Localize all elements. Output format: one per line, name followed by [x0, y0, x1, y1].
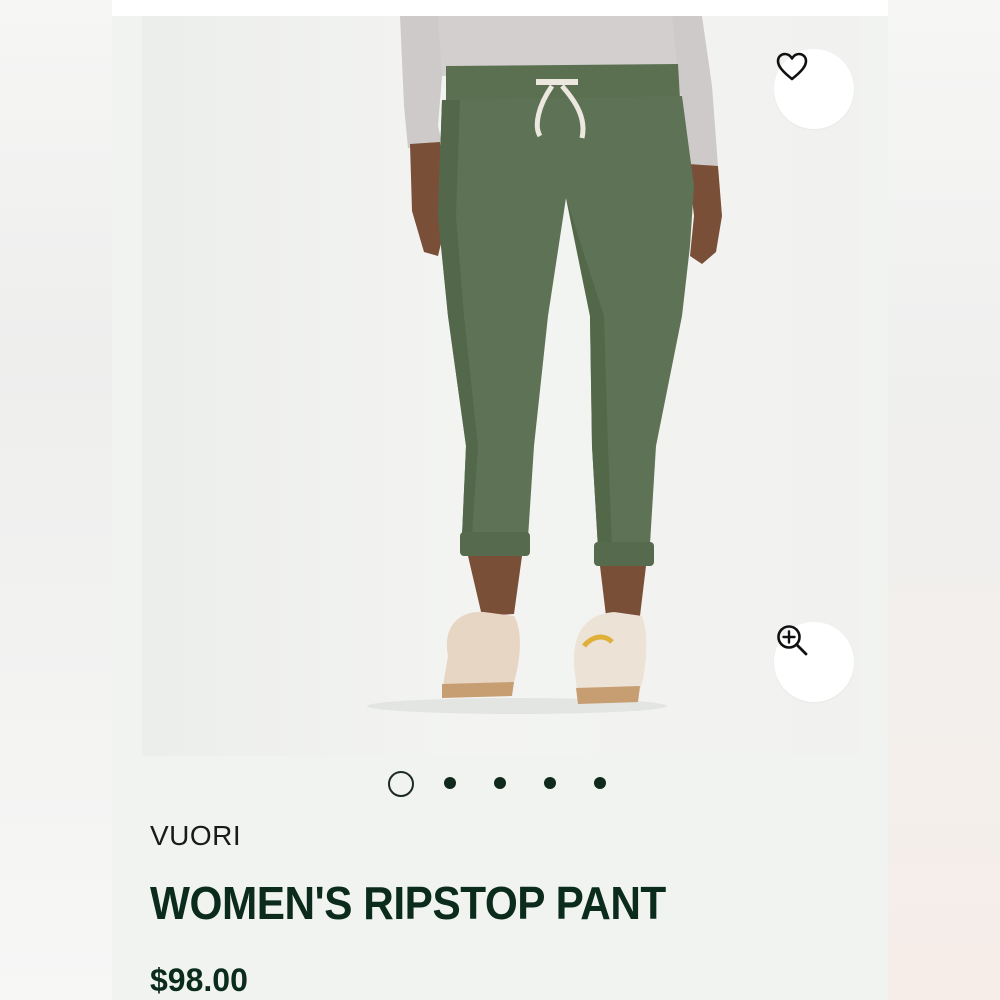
product-photo-illustration — [367, 16, 722, 714]
background-blur-left — [0, 0, 112, 1000]
carousel-dot-3[interactable] — [494, 777, 506, 789]
heart-icon — [776, 52, 808, 81]
carousel-dot-5[interactable] — [594, 777, 606, 789]
product-image[interactable] — [142, 16, 858, 756]
carousel-pagination — [388, 771, 614, 797]
carousel-dot-4[interactable] — [544, 777, 556, 789]
zoom-button[interactable] — [774, 622, 854, 702]
product-title: WOMEN'S RIPSTOP PANT — [150, 877, 666, 929]
product-card: VUORI WOMEN'S RIPSTOP PANT $98.00 — [112, 16, 888, 1000]
carousel-dot-2[interactable] — [444, 777, 456, 789]
wishlist-button[interactable] — [774, 49, 854, 129]
carousel-dot-1[interactable] — [388, 771, 414, 797]
product-brand[interactable]: VUORI — [150, 820, 241, 852]
top-strip — [112, 0, 888, 16]
background-blur-right — [888, 0, 1000, 1000]
screenshot-frame: VUORI WOMEN'S RIPSTOP PANT $98.00 — [0, 0, 1000, 1000]
product-price: $98.00 — [150, 962, 248, 998]
zoom-in-icon — [777, 625, 808, 656]
